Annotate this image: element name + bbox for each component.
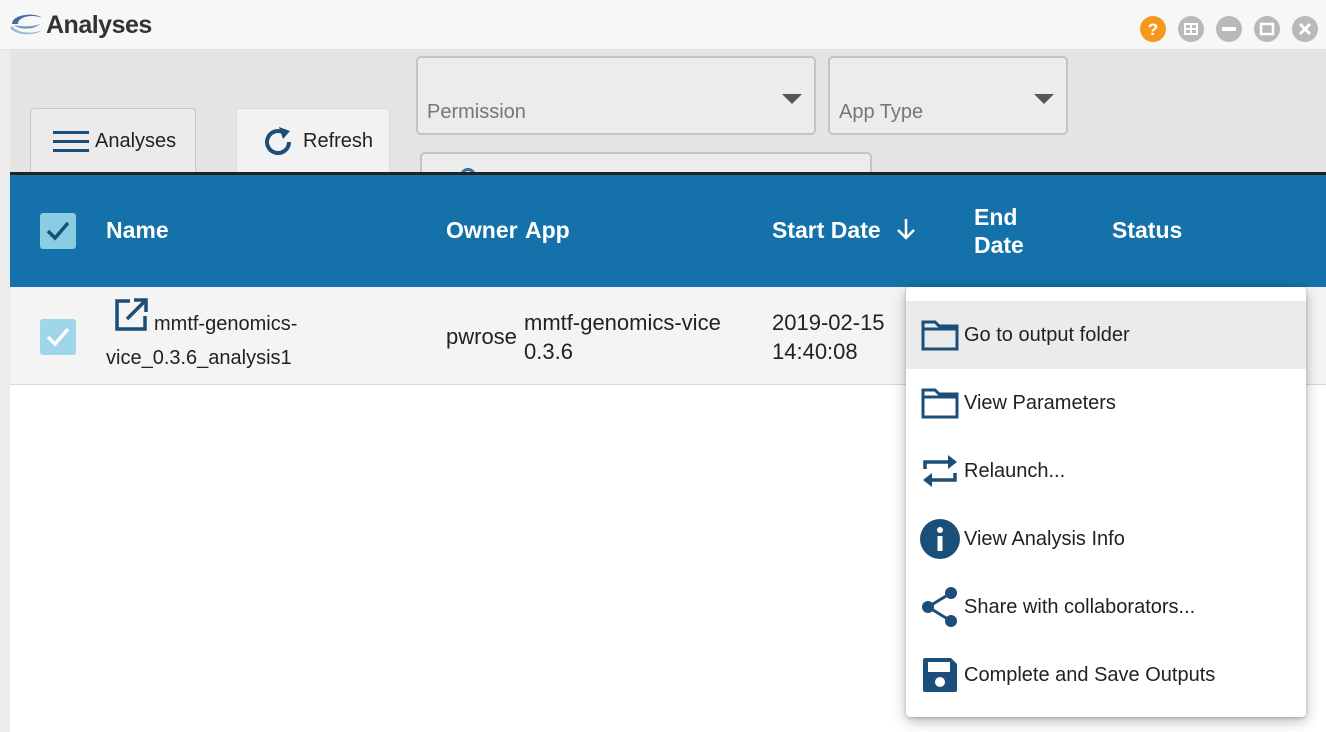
save-icon [918,653,962,697]
menu-item-label: Go to output folder [964,323,1130,346]
row-app: mmtf-genomics-vice 0.3.6 [524,308,721,366]
row-start-date-line2: 14:40:08 [772,339,858,364]
column-app[interactable]: App [525,217,570,244]
column-start-date-label: Start Date [772,217,881,243]
menu-item-go-to-output-folder[interactable]: Go to output folder [906,301,1306,369]
menu-item-view-parameters[interactable]: View Parameters [906,369,1306,437]
refresh-label: Refresh [303,130,374,152]
column-start-date[interactable]: Start Date [772,217,917,244]
column-name[interactable]: Name [106,217,169,244]
arrow-down-icon [897,219,915,240]
search-input[interactable] [420,152,872,172]
hamburger-menu-icon [53,130,89,152]
column-owner[interactable]: Owner [446,217,518,244]
menu-item-complete-and-save-outputs[interactable]: Complete and Save Outputs [906,641,1306,709]
menu-item-share-with-collaborators[interactable]: Share with collaborators... [906,573,1306,641]
toolbar: Analyses Refresh Permission App Type [10,50,1326,174]
grid-header: Name Owner App Start Date End Date Statu… [10,175,1326,287]
column-end-date-line1: End [974,204,1018,230]
permission-select[interactable]: Permission [416,56,816,135]
row-context-menu: Go to output folder View Parameters Rela… [906,287,1306,717]
row-start-date-line1: 2019-02-15 [772,310,885,335]
menu-item-label: Share with collaborators... [964,595,1196,618]
app-type-placeholder: App Type [839,101,924,123]
analysis-name-line2: vice_0.3.6_analysis1 [106,347,292,369]
help-icon[interactable]: ? [1140,16,1166,42]
column-status[interactable]: Status [1112,217,1182,244]
refresh-button[interactable]: Refresh [236,108,390,174]
row-start-date: 2019-02-15 14:40:08 [772,308,885,366]
row-checkbox[interactable] [40,319,76,355]
column-end-date[interactable]: End Date [974,203,1024,259]
window-title: Analyses [46,11,152,39]
app-logo-icon [10,14,42,35]
analyses-menu-button[interactable]: Analyses [30,108,196,174]
open-external-icon[interactable] [112,296,150,334]
folder-icon [918,381,962,425]
menu-item-view-analysis-info[interactable]: View Analysis Info [906,505,1306,573]
select-all-checkbox[interactable] [40,213,76,249]
title-bar: Analyses ? [0,0,1326,50]
row-app-line1: mmtf-genomics-vice [524,310,721,335]
row-app-line2: 0.3.6 [524,339,573,364]
analysis-name-line1: mmtf-genomics- [154,313,298,335]
menu-item-label: View Analysis Info [964,527,1125,550]
relaunch-icon [918,449,962,493]
chevron-down-icon [1034,94,1054,104]
permission-placeholder: Permission [427,101,526,123]
minimize-icon[interactable] [1216,16,1242,42]
app-type-select[interactable]: App Type [828,56,1068,135]
menu-item-label: Complete and Save Outputs [964,663,1216,686]
analyses-tab-label: Analyses [95,130,177,152]
chevron-down-icon [782,94,802,104]
layout-grid-icon[interactable] [1178,16,1204,42]
svg-text:?: ? [1148,20,1158,39]
maximize-icon[interactable] [1254,16,1280,42]
close-icon[interactable] [1292,16,1318,42]
share-icon [918,585,962,629]
menu-item-label: View Parameters [964,391,1116,414]
menu-item-label: Relaunch... [964,459,1066,482]
analyses-window: Analyses ? Analyses Refresh Permission A… [0,0,1326,732]
folder-icon [918,313,962,357]
row-owner: pwrose [446,324,517,349]
column-end-date-line2: Date [974,232,1024,258]
refresh-icon [265,126,291,155]
info-icon [918,517,962,561]
menu-item-relaunch[interactable]: Relaunch... [906,437,1306,505]
